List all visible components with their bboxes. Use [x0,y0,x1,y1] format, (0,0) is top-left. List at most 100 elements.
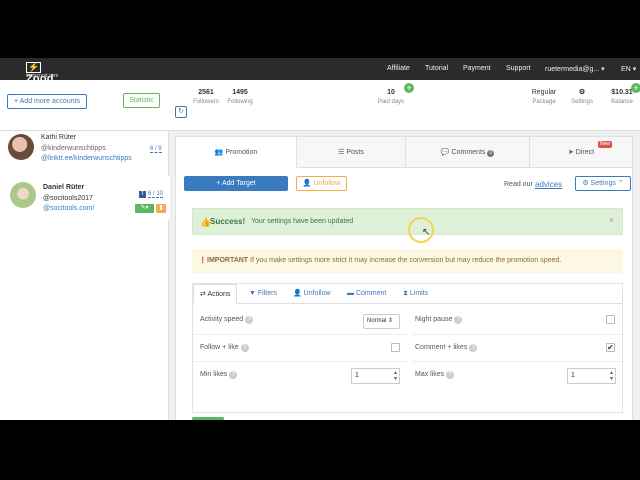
min-likes-input[interactable]: 1 ▲ ▼ [351,368,400,384]
max-likes-label: Max likes? [415,371,455,379]
account-count-badge[interactable]: 6 / 9 [150,146,162,153]
account-item[interactable]: Kathi Rüter @kinderwunschtipps @linktr.e… [0,131,168,171]
subtab-actions[interactable]: ⇄ Actions [193,284,237,304]
account-link[interactable]: @socitools.com/ [43,205,94,212]
following-count: 1495 [232,89,248,96]
account-count-badge[interactable]: 6 / 10 [148,191,164,198]
info-icon: ❗ [199,258,207,264]
tab-direct[interactable]: ➤ Direct [530,137,632,168]
user-minus-icon: 👤 [293,290,302,297]
unfollow-label: Unfollow [313,180,341,187]
follow-like-checkbox[interactable] [391,343,400,352]
select-value: Normal [367,318,387,324]
add-accounts-button[interactable]: + Add more accounts [7,94,87,109]
logo-subtitle: instazood.com [26,73,59,79]
balance-label: Balance [611,99,633,105]
nav-payment[interactable]: Payment [463,65,491,72]
help-icon[interactable]: ? [446,371,455,379]
add-balance-button[interactable]: + [631,83,640,93]
user-email: ruetermedia@g... [545,66,600,73]
max-likes-input[interactable]: 1 ▲ ▼ [567,368,616,384]
comment-likes-checkbox[interactable]: ✔ [606,343,615,352]
followers-label: Followers [193,99,219,105]
add-days-button[interactable]: + [404,83,414,93]
row-divider [412,334,622,335]
close-icon[interactable]: × [609,215,614,225]
settings-dropdown-button[interactable]: ⚙ Settings ⌃ [575,176,631,191]
tab-promotion[interactable]: 👥 Promotion [176,137,297,168]
arrows-icon: ⇄ [200,291,206,298]
checkmark-icon: ✔ [607,343,614,352]
chevron-up-icon: ⌃ [617,180,624,187]
delete-account-button[interactable]: ▮ [156,204,166,213]
avatar [8,134,34,160]
tab-label: Posts [346,149,364,156]
row-divider [412,361,622,362]
edit-account-button[interactable]: ✎▾ [135,204,154,213]
followers-count: 2561 [198,89,214,96]
activity-speed-select[interactable]: Normal ⇕ [363,314,400,329]
save-button[interactable] [192,417,224,420]
sort-icon: ⇕ [388,318,394,324]
comment-icon: ▬ [347,290,354,297]
advices-link[interactable]: advices [535,180,562,189]
comment-icon: 💬 [440,149,450,156]
decrement-icon[interactable]: ▼ [609,377,614,382]
comments-badge: 0 [487,150,495,157]
label-text: Night pause [415,316,453,323]
input-value: 1 [355,372,359,379]
refresh-icon[interactable]: ↻ [175,106,187,118]
help-icon[interactable]: ? [240,344,249,352]
subtab-comment[interactable]: ▬ Comment [347,284,386,304]
min-likes-label: Min likes? [200,371,238,379]
account-link[interactable]: @linktr.ee/kinderwunschtipps [41,155,132,162]
add-target-button[interactable]: + Add Target [184,176,288,191]
nav-language[interactable]: EN ▾ [621,65,636,73]
following-stat: 1495 Following [225,89,255,105]
unfollow-button[interactable]: 👤 Unfollow [296,176,347,191]
logo[interactable]: ⚡Zood instazood.com [26,61,70,85]
logo-icon: ⚡ [26,62,42,73]
nav-user-menu[interactable]: ruetermedia@g... ▾ [545,65,605,73]
input-value: 1 [571,372,575,379]
tab-comments[interactable]: 💬 Comments 0 [406,137,530,168]
language-label: EN [621,66,631,73]
account-item-active[interactable]: Daniel Rüter @socitools2017 @socitools.c… [0,176,170,220]
tab-posts[interactable]: ☰ Posts [297,137,406,168]
account-username: @kinderwunschtipps [41,145,106,152]
caret-down-icon: ▾ [632,66,637,73]
subtab-filters[interactable]: ▼ Filters [249,284,277,304]
subtab-label: Limits [409,290,429,297]
package-label: Package [532,99,556,105]
row-divider [193,334,408,335]
following-label: Following [227,99,253,105]
tab-label: Promotion [225,149,258,156]
important-text: If you make settings more strict it may … [250,257,562,264]
help-icon[interactable]: ? [229,371,238,379]
success-text: Your settings have been updated [251,218,354,225]
gear-icon: ⚙ [578,89,586,96]
label-text: Follow + like [200,344,239,351]
user-minus-icon: 👤 [302,180,312,187]
subtab-unfollow[interactable]: 👤 Unfollow [293,284,331,304]
settings-stat[interactable]: ⚙ Settings [568,88,596,105]
nav-affiliate[interactable]: Affiliate [387,65,410,72]
decrement-icon[interactable]: ▼ [393,377,398,382]
top-navbar: ⚡Zood instazood.com Affiliate Tutorial P… [0,58,640,85]
activity-speed-label: Activity speed? [200,316,254,324]
tab-label: Comments [451,149,486,156]
night-pause-checkbox[interactable] [606,315,615,324]
help-icon[interactable]: ? [469,344,478,352]
caret-down-icon: ▾ [601,66,605,73]
help-icon[interactable]: ? [454,316,463,324]
help-icon[interactable]: ? [245,316,254,324]
subtab-limits[interactable]: ⧗ Limits [403,284,428,304]
statistic-button[interactable]: Statistic [123,93,160,108]
nav-tutorial[interactable]: Tutorial [425,65,448,72]
facebook-icon: f [139,191,146,198]
subtab-label: Unfollow [303,290,331,297]
nav-support[interactable]: Support [506,65,531,72]
subtab-label: Actions [207,291,231,298]
subtab-label: Comment [355,290,387,297]
follow-like-label: Follow + like? [200,344,249,352]
